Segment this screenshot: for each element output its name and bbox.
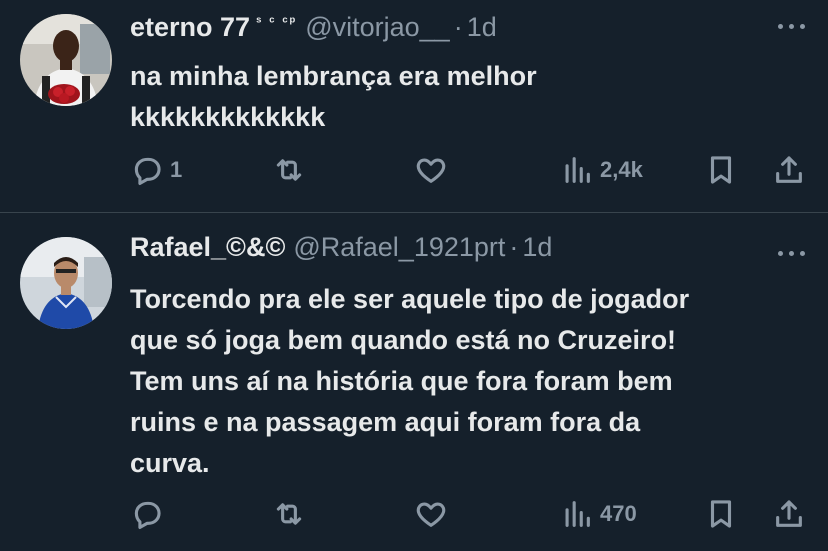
views-button[interactable]: 470 [560,494,637,534]
tweet-text-line: Torcendo pra ele ser aquele tipo de joga… [130,284,690,314]
retweet-button[interactable] [272,150,312,190]
views-count: 2,4k [600,157,643,182]
avatar[interactable] [20,237,112,329]
tweet-header: Rafael_©&© @Rafael_1921prt · 1d [130,232,552,266]
share-button[interactable] [772,494,806,534]
retweet-button[interactable] [272,494,312,534]
display-name[interactable]: eterno 77 [130,12,250,43]
heart-icon [416,158,446,183]
reply-icon [134,157,161,186]
share-icon [776,500,802,527]
user-handle[interactable]: @Rafael_1921prt [293,232,505,263]
reply-count: 1 [170,157,183,182]
tweet[interactable]: eterno 77 ˢ ᶜ ᶜᵖ @vitorjao__ · 1d na min… [0,0,828,212]
tweet-text-line: na minha lembrança era melhor [130,61,537,91]
bookmark-button[interactable] [704,150,738,190]
action-bar: 1 2,4k [130,150,810,190]
display-name[interactable]: Rafael_©&© [130,232,285,263]
tweet-text-line: kkkkkkkkkkkkk [130,102,326,132]
bookmark-icon [710,500,732,528]
reply-icon [134,501,161,530]
retweet-icon [276,503,302,525]
tweet-text: na minha lembrança era melhor kkkkkkkkkk… [130,56,810,138]
separator: · [453,12,463,42]
like-button[interactable] [414,150,454,190]
reply-button[interactable]: 1 [130,150,182,190]
views-chart-icon [565,501,590,527]
retweet-icon [276,159,302,181]
share-icon [776,156,802,183]
bookmark-icon [710,156,732,184]
avatar[interactable] [20,14,112,106]
share-button[interactable] [772,150,806,190]
tweet-text-line: Tem uns aí na história que fora foram be… [130,366,673,396]
separator: · [509,232,519,262]
reply-button[interactable] [130,494,170,534]
tweet-text: Torcendo pra ele ser aquele tipo de joga… [130,279,810,484]
tweet-text-line: ruins e na passagem aqui foram fora da [130,407,641,437]
more-dots-icon[interactable] [778,16,808,36]
tweet[interactable]: Rafael_©&© @Rafael_1921prt · 1d Torcendo… [0,213,828,551]
name-badge: ˢ ᶜ ᶜᵖ [256,13,298,29]
timestamp[interactable]: 1d [467,12,497,43]
heart-icon [416,502,446,527]
views-count: 470 [600,501,637,526]
tweet-header: eterno 77 ˢ ᶜ ᶜᵖ @vitorjao__ · 1d [130,12,497,46]
action-bar: 470 [130,494,810,534]
more-dots-icon[interactable] [778,243,808,263]
user-handle[interactable]: @vitorjao__ [305,12,449,43]
bookmark-button[interactable] [704,494,738,534]
timestamp[interactable]: 1d [522,232,552,263]
like-button[interactable] [414,494,454,534]
views-chart-icon [565,157,590,183]
tweet-text-line: que só joga bem quando está no Cruzeiro! [130,325,677,355]
views-button[interactable]: 2,4k [560,150,643,190]
tweet-text-line: curva. [130,448,210,478]
